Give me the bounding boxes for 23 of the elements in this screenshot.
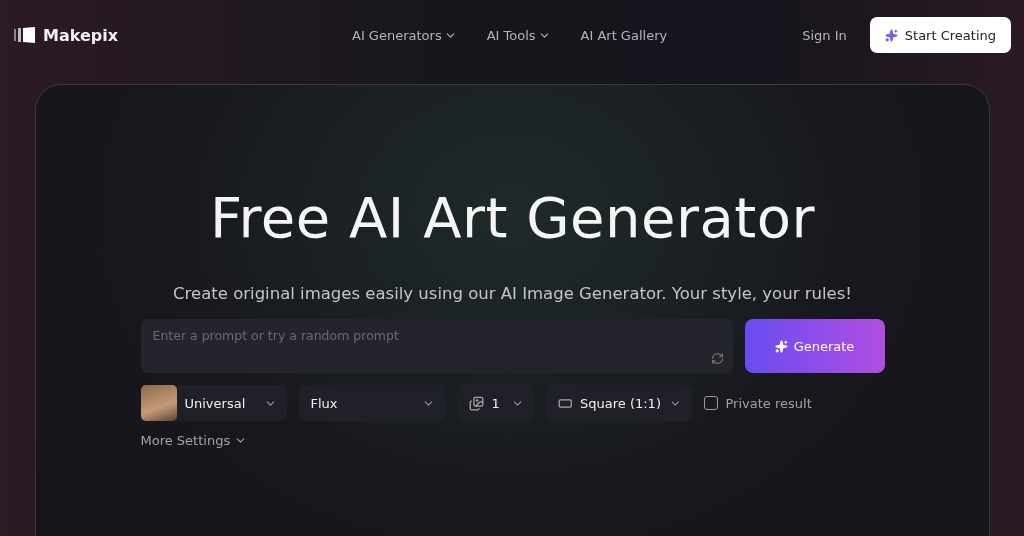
generate-button[interactable]: Generate: [744, 319, 885, 373]
prompt-field[interactable]: Enter a prompt or try a random prompt: [140, 319, 733, 373]
brand-name: Makepix: [43, 25, 119, 45]
nav-link[interactable]: AI Art Gallery: [580, 27, 668, 43]
sign-in-link[interactable]: Sign In: [802, 27, 847, 43]
logo-icon: [14, 27, 36, 43]
hero-title: Free AI Art Generator: [209, 185, 816, 250]
photo-placeholder: [140, 385, 177, 421]
nav-link[interactable]: AI Generators: [352, 27, 457, 43]
refresh-icon[interactable]: [710, 352, 724, 365]
option-dropdown[interactable]: Square (1:1): [545, 385, 692, 421]
nav-link[interactable]: AI Tools: [486, 27, 551, 43]
private-checkbox[interactable]: [703, 396, 718, 410]
sparkle-icon: [774, 339, 788, 353]
option-dropdown[interactable]: Flux: [298, 385, 445, 421]
more-settings-link[interactable]: More Settings: [140, 433, 248, 448]
sparkle-icon: [884, 28, 898, 42]
option-dropdown[interactable]: 1: [456, 385, 534, 421]
checkbox-label: Private result: [725, 395, 812, 411]
start-creating-button[interactable]: Start Creating: [869, 17, 1011, 53]
option-dropdown[interactable]: Universal: [140, 385, 287, 421]
images-icon: [468, 395, 484, 411]
hero-subtitle: Create original images easily using our AI Image Generator. Your style, your rules!: [173, 284, 852, 303]
